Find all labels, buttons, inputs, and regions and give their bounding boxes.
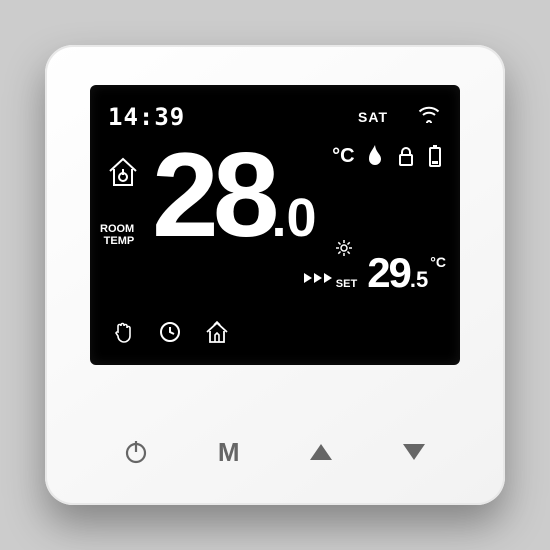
battery-icon xyxy=(428,145,442,172)
clock-time: 14:39 xyxy=(108,103,185,131)
room-temp-unit: °C xyxy=(332,145,354,168)
flame-icon xyxy=(366,145,384,172)
up-button[interactable] xyxy=(296,427,346,477)
away-house-icon xyxy=(204,320,230,349)
mode-button[interactable]: M xyxy=(204,427,254,477)
set-temperature: 29.5°C xyxy=(367,249,444,297)
status-icons xyxy=(366,145,442,172)
chevron-down-icon xyxy=(403,444,425,460)
set-temp-decimal: .5 xyxy=(410,267,428,292)
down-button[interactable] xyxy=(389,427,439,477)
house-temp-icon xyxy=(106,155,140,194)
chevron-up-icon xyxy=(310,444,332,460)
room-temp-label: ROOM TEMP xyxy=(100,223,134,247)
room-label-line2: TEMP xyxy=(100,235,134,247)
lock-icon xyxy=(398,146,414,171)
power-button[interactable] xyxy=(111,427,161,477)
manual-hand-icon xyxy=(112,320,136,349)
set-temperature-row: SET 29.5°C xyxy=(336,249,444,297)
wifi-icon xyxy=(418,105,440,128)
thermostat-device: 14:39 SAT ROOM TEMP 28 .0 °C xyxy=(45,45,505,505)
set-temp-unit: °C xyxy=(430,254,446,270)
room-temp-decimal: .0 xyxy=(271,187,316,249)
arrow-right-icon xyxy=(304,273,332,283)
physical-buttons-row: M xyxy=(90,427,460,477)
mode-button-label: M xyxy=(218,437,240,468)
room-temperature: 28 .0 °C xyxy=(152,135,317,255)
room-temp-whole: 28 xyxy=(152,135,273,255)
room-label-line1: ROOM xyxy=(100,223,134,235)
set-temp-whole: 29 xyxy=(367,249,410,296)
day-of-week: SAT xyxy=(358,109,388,125)
set-label: SET xyxy=(336,278,357,290)
mode-icons-row xyxy=(112,320,230,349)
lcd-screen: 14:39 SAT ROOM TEMP 28 .0 °C xyxy=(90,85,460,365)
clock-schedule-icon xyxy=(158,320,182,349)
